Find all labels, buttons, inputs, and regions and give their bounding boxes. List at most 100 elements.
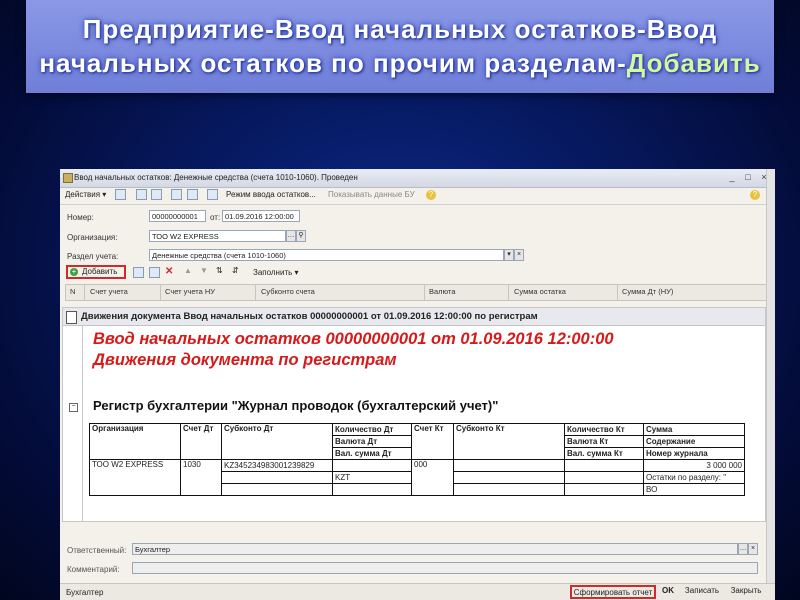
col-currency-dt: Валюта Дт [332,435,412,448]
movements-icon[interactable] [207,189,218,200]
report-window-title: Движения документа Ввод начальных остатк… [81,311,538,322]
grid-col-currency[interactable]: Валюта [429,287,456,296]
col-subconto-dt: Субконто Дт [221,423,333,460]
comment-label: Комментарий: [67,565,120,574]
cell-qty-kt [564,459,644,472]
cell-curamt-kt [564,483,644,496]
list-icon[interactable] [136,189,147,200]
section-dropdown-icon[interactable]: ▾ [504,249,514,261]
report-gutter-line [82,326,83,521]
structure-icon[interactable] [187,189,198,200]
grid-separator [84,285,85,300]
grid-col-sum-dt-nu[interactable]: Сумма Дт (НУ) [622,287,673,296]
collapse-group-icon[interactable]: − [69,403,78,412]
responsible-field[interactable]: Бухгалтер [132,543,738,555]
table-header-row: Организация Счет Дт Субконто Дт Количест… [89,423,745,460]
responsible-select-button[interactable]: … [738,543,748,555]
col-account-dt: Счет Дт [180,423,222,460]
actions-menu[interactable]: Действия ▾ [65,190,106,199]
organization-field[interactable]: ТОО W2 EXPRESS [149,230,286,242]
status-user: Бухгалтер [66,588,104,597]
cell-sum: 3 000 000 [643,459,745,472]
cell-currency-kt [564,471,644,484]
col-subconto-kt: Субконто Кт [453,423,565,460]
move-up-icon[interactable]: ▲ [184,266,192,275]
copy-icon[interactable] [171,189,182,200]
cell-content: Остатки по разделу: " [643,471,745,484]
cell-journal: ВО [643,483,745,496]
cell-account-kt: 000 [411,459,454,496]
slide-title-line2-text: начальных остатков по прочим разделам- [39,48,627,78]
delete-row-icon[interactable]: ✕ [165,266,173,277]
register-title: Регистр бухгалтерии "Журнал проводок (бу… [93,398,499,413]
add-button-label: Добавить [82,267,118,276]
section-clear-icon[interactable]: × [514,249,524,261]
grid-col-account-nu[interactable]: Счет учета НУ [165,287,215,296]
grid-separator [255,285,256,300]
grid-col-subconto[interactable]: Субконто счета [261,287,315,296]
app-window: Ввод начальных остатков: Денежные средст… [60,169,775,600]
register-table: Организация Счет Дт Субконто Дт Количест… [89,423,745,496]
minimize-icon[interactable]: _ [726,171,738,183]
col-currency-kt: Валюта Кт [564,435,644,448]
maximize-icon[interactable]: □ [742,171,754,183]
show-bu-button[interactable]: Показывать данные БУ [328,190,415,199]
grid-col-n[interactable]: N [70,287,75,296]
add-button[interactable]: + Добавить [66,265,126,279]
org-search-icon[interactable]: ⚲ [296,230,306,242]
date-label: от: [210,213,221,222]
col-account-kt: Счет Кт [411,423,454,460]
save-button[interactable]: Записать [680,585,724,599]
organization-label: Организация: [67,233,118,242]
status-bar: Бухгалтер Сформировать отчет OK Записать… [60,583,775,600]
grid-separator [160,285,161,300]
number-label: Номер: [67,213,94,222]
input-mode-button[interactable]: Режим ввода остатков... [226,190,316,199]
table-toolbar: + Добавить ✕ ▲ ▼ ⇅ ⇵ Заполнить ▾ [60,264,775,282]
move-down-icon[interactable]: ▼ [200,266,208,275]
cell-subconto-dt: KZ345234983001239829 [221,459,333,472]
help-right-icon[interactable]: ? [750,190,760,200]
slide-title-accent: Добавить [626,48,761,78]
col-qty-kt: Количество Кт [564,423,644,436]
help-icon[interactable]: ? [426,190,436,200]
number-field[interactable]: 00000000001 [149,210,206,222]
responsible-label: Ответственный: [67,546,127,555]
responsible-clear-icon[interactable]: × [748,543,758,555]
cell-curamt-dt [332,483,412,496]
col-qty-dt: Количество Дт [332,423,412,436]
col-journal: Номер журнала [643,447,745,460]
vertical-scrollbar[interactable] [766,169,775,583]
cell-subconto-kt [453,459,565,472]
cell-organization: ТОО W2 EXPRESS [89,459,181,496]
grid-col-account[interactable]: Счет учета [90,287,128,296]
table-row: ТОО W2 EXPRESS 1030 KZ345234983001239829… [89,459,745,496]
sort-asc-icon[interactable]: ⇅ [216,266,223,275]
section-label: Раздел учета: [67,252,119,261]
ok-button[interactable]: OK [660,585,676,599]
col-organization: Организация [89,423,181,460]
cell-qty-dt [332,459,412,472]
col-curamt-dt: Вал. сумма Дт [332,447,412,460]
org-select-button[interactable]: … [286,230,296,242]
cell-currency-dt: KZT [332,471,412,484]
grid-col-balance[interactable]: Сумма остатка [514,287,566,296]
cell-subconto-kt-2 [453,471,565,484]
close-button[interactable]: Закрыть [726,585,766,599]
fill-menu[interactable]: Заполнить ▾ [253,268,299,277]
generate-report-button[interactable]: Сформировать отчет [570,585,656,599]
date-field[interactable]: 01.09.2016 12:00:00 [222,210,300,222]
save-icon[interactable] [115,189,126,200]
grid-separator [424,285,425,300]
report-titlebar: Движения документа Ввод начальных остатк… [63,308,765,326]
edit-row-icon[interactable] [149,267,160,278]
col-content: Содержание [643,435,745,448]
cell-subconto-kt-3 [453,483,565,496]
col-curamt-kt: Вал. сумма Кт [564,447,644,460]
post-icon[interactable] [151,189,162,200]
copy-row-icon[interactable] [133,267,144,278]
document-icon [63,173,73,183]
section-field[interactable]: Денежные средства (счета 1010-1060) [149,249,504,261]
sort-desc-icon[interactable]: ⇵ [232,266,239,275]
comment-field[interactable] [132,562,758,574]
